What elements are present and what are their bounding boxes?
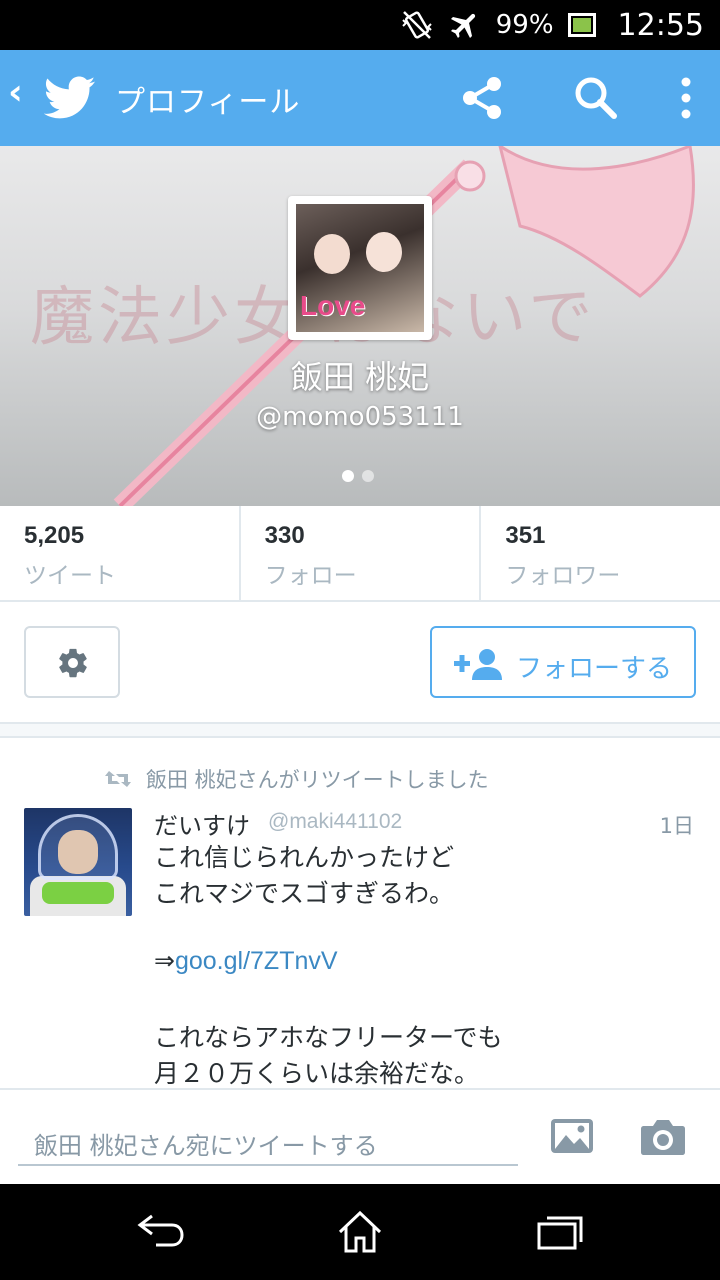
app-bar: ‹ プロフィール xyxy=(0,50,720,146)
compose-tweet-input[interactable]: 飯田 桃妃さん宛にツイートする xyxy=(18,1108,518,1166)
status-bar: 99% 12:55 xyxy=(0,0,720,50)
profile-avatar[interactable]: Love xyxy=(288,196,432,340)
stat-followers[interactable]: 351 フォロワー xyxy=(481,506,720,600)
tweet-text-line-2: これマジでスゴすぎるわ。 xyxy=(154,879,455,908)
home-nav-icon[interactable] xyxy=(336,1210,384,1254)
tweet-link-arrow: ⇒ xyxy=(154,946,175,975)
follow-button[interactable]: フォローする xyxy=(430,626,696,698)
tweet-link-line: ⇒goo.gl/7ZTnvV xyxy=(154,946,338,976)
page-indicator xyxy=(342,470,374,482)
back-nav-icon[interactable] xyxy=(136,1210,186,1250)
profile-display-name: 飯田 桃妃 xyxy=(290,358,430,396)
vibrate-icon xyxy=(402,11,432,39)
tweet-author-avatar[interactable] xyxy=(24,808,132,916)
system-nav-bar xyxy=(0,1184,720,1280)
profile-actions: フォローする xyxy=(0,602,720,724)
stat-following-label: フォロー xyxy=(264,563,357,589)
retweet-notice: 飯田 桃妃さんがリツイートしました xyxy=(104,764,489,794)
tweet-text-line-6: 月２０万くらいは余裕だな。 xyxy=(154,1059,480,1088)
share-icon[interactable] xyxy=(458,74,506,122)
profile-handle: @momo053111 xyxy=(256,402,464,432)
page-title: プロフィール xyxy=(115,85,301,120)
battery-percent: 99% xyxy=(495,10,554,40)
twitter-bird-icon[interactable] xyxy=(44,76,96,120)
tweet-link[interactable]: goo.gl/7ZTnvV xyxy=(175,947,338,975)
camera-icon[interactable] xyxy=(640,1118,686,1156)
clock: 12:55 xyxy=(617,7,704,43)
section-divider xyxy=(0,724,720,738)
tweet-timestamp: 1日 xyxy=(659,814,694,838)
tweet-text-line-5: これならアホなフリーターでも xyxy=(154,1023,503,1052)
stat-following[interactable]: 330 フォロー xyxy=(241,506,482,600)
stat-followers-count: 351 xyxy=(505,522,546,549)
avatar-love-text: Love xyxy=(300,290,366,321)
profile-header: 魔法少女 ばないで Love 飯田 桃妃 @momo053111 xyxy=(0,146,720,506)
retweet-notice-text: 飯田 桃妃さんがリツイートしました xyxy=(146,768,489,792)
settings-button[interactable] xyxy=(24,626,120,698)
battery-icon xyxy=(567,13,596,37)
stat-following-count: 330 xyxy=(264,522,305,549)
recent-apps-icon[interactable] xyxy=(536,1210,584,1252)
add-user-icon xyxy=(454,649,502,680)
tweet-author-name: だいすけ xyxy=(154,812,250,840)
profile-stats: 5,205 ツイート 330 フォロー 351 フォロワー xyxy=(0,506,720,602)
airplane-icon xyxy=(450,13,475,39)
stat-tweets-label: ツイート xyxy=(24,563,116,589)
page-dot-2[interactable] xyxy=(362,470,374,482)
stat-tweets-count: 5,205 xyxy=(24,522,85,549)
overflow-menu-icon[interactable] xyxy=(662,74,710,122)
image-icon[interactable] xyxy=(550,1118,594,1156)
tweet-item[interactable]: 飯田 桃妃さんがリツイートしました だいすけ @maki441102 1日 これ… xyxy=(0,740,720,1088)
stat-tweets[interactable]: 5,205 ツイート xyxy=(0,506,241,600)
tweet-author-handle: @maki441102 xyxy=(268,810,403,833)
back-button[interactable]: ‹ xyxy=(8,72,23,113)
retweet-icon xyxy=(105,771,131,787)
search-icon[interactable] xyxy=(572,74,620,122)
gear-icon xyxy=(59,648,87,678)
stat-followers-label: フォロワー xyxy=(505,563,621,589)
follow-button-label: フォローする xyxy=(516,654,673,684)
compose-bar: 飯田 桃妃さん宛にツイートする xyxy=(0,1088,720,1184)
tweet-text-line-1: これ信じられんかったけど xyxy=(154,843,455,872)
page-dot-1[interactable] xyxy=(342,470,354,482)
